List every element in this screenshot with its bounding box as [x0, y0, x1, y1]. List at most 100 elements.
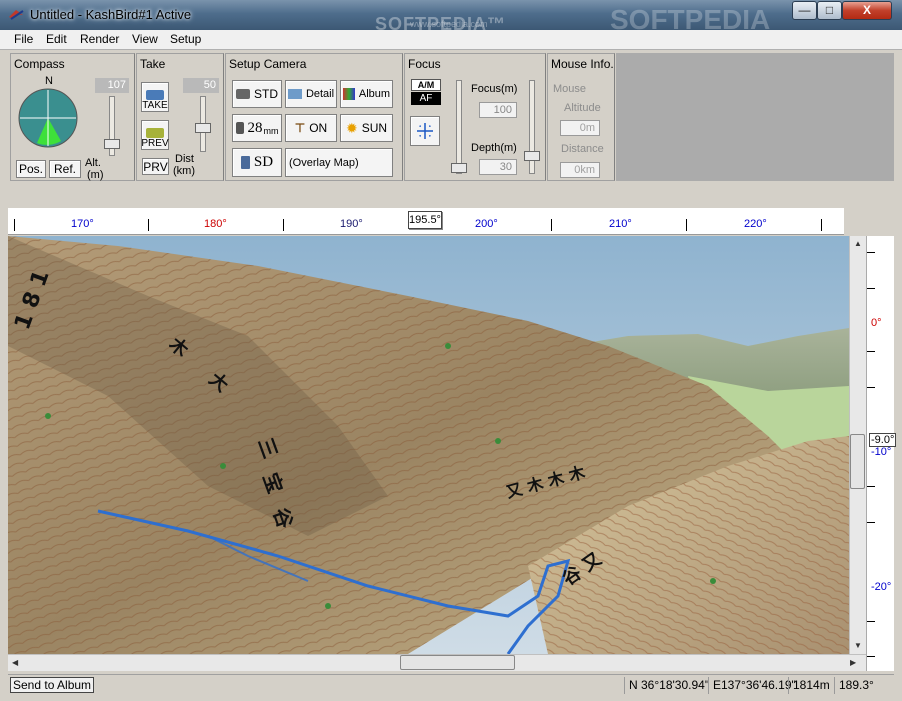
- terrain-3d-view[interactable]: 三 宝 谷 1 8 1 木 大 又 木 木 木 谷 又: [8, 236, 849, 654]
- pitch-tick: [867, 252, 875, 253]
- ruler-label: 170°: [71, 218, 94, 230]
- compass-group: Compass N 107 Pos. Ref. Alt. (m): [10, 53, 135, 181]
- overlay-map-button[interactable]: (Overlay Map): [285, 148, 393, 177]
- depth-input[interactable]: 30: [479, 159, 517, 175]
- pos-button[interactable]: Pos.: [16, 160, 46, 178]
- watermark-url: www.softpedia.com: [410, 19, 488, 29]
- close-button[interactable]: X: [842, 1, 892, 20]
- menu-setup[interactable]: Setup: [170, 32, 201, 46]
- app-icon: [9, 10, 24, 20]
- lens-28mm-button[interactable]: 28 mm: [232, 114, 282, 142]
- title-bar[interactable]: Untitled - KashBird#1 Active SOFTPEDIA™ …: [0, 0, 902, 35]
- menu-render[interactable]: Render: [80, 32, 119, 46]
- pitch-tick: [867, 621, 875, 622]
- crosshair-icon: [417, 123, 433, 139]
- scroll-right-icon[interactable]: ▶: [850, 658, 856, 667]
- status-latitude: N 36°18'30.94": [624, 677, 713, 694]
- sd-button[interactable]: SD: [232, 148, 282, 177]
- take-group: Take 50 TAKE PREV PRV Dist (km): [136, 53, 224, 181]
- distance-slider[interactable]: [195, 96, 211, 152]
- toolbar: Compass N 107 Pos. Ref. Alt. (m) Take 50…: [8, 51, 894, 182]
- distance-label: Dist: [175, 153, 194, 165]
- ruler-label: 220°: [744, 218, 767, 230]
- pitch-label: -20°: [871, 581, 892, 593]
- pitch-tick: [867, 387, 875, 388]
- ruler-label: 190°: [340, 218, 363, 230]
- terrain-render: 三 宝 谷 1 8 1 木 大 又 木 木 木 谷 又: [8, 236, 849, 654]
- scroll-up-icon[interactable]: ▲: [854, 239, 862, 248]
- mouse-info-title: Mouse Info.: [551, 57, 614, 71]
- ruler-tick: [148, 219, 149, 231]
- menu-bar: File Edit Render View Setup: [0, 30, 902, 50]
- map-icon: [287, 89, 302, 99]
- mouse-info-group: Mouse Info. Mouse Altitude 0m Distance 0…: [547, 53, 615, 181]
- status-bearing: 189.3°: [834, 677, 878, 694]
- ref-button[interactable]: Ref.: [49, 160, 81, 178]
- camera-icon: [236, 89, 250, 99]
- maximize-button[interactable]: □: [817, 1, 842, 20]
- af-toggle[interactable]: AF: [411, 92, 441, 105]
- take-button[interactable]: TAKE: [141, 82, 169, 112]
- status-bar: Send to Album N 36°18'30.94" E137°36'46.…: [8, 674, 894, 694]
- window-title: Untitled - KashBird#1 Active: [30, 7, 192, 22]
- app-window: Untitled - KashBird#1 Active SOFTPEDIA™ …: [0, 0, 902, 701]
- std-button[interactable]: STD: [232, 80, 282, 108]
- heading-indicator[interactable]: 195.5°: [408, 211, 442, 229]
- distance-unit: (km): [173, 165, 195, 177]
- focus-title: Focus: [408, 57, 441, 71]
- sd-card-icon: [240, 156, 250, 169]
- pitch-ruler[interactable]: 0° -9.0° -10° -20°: [866, 236, 897, 671]
- pitch-label: 0°: [871, 317, 882, 329]
- altitude-slider[interactable]: [104, 96, 120, 156]
- vertical-scroll-thumb[interactable]: [850, 434, 865, 489]
- compass-dial[interactable]: [17, 87, 79, 149]
- prv-button[interactable]: PRV: [142, 158, 169, 175]
- setup-camera-group: Setup Camera STD Detail Album 28mm ⊤ ON: [225, 53, 403, 181]
- pitch-indicator[interactable]: -9.0°: [869, 433, 897, 447]
- pitch-tick: [867, 288, 875, 289]
- setup-camera-title: Setup Camera: [229, 57, 307, 71]
- status-elevation: 1814m: [788, 677, 834, 694]
- scroll-left-icon[interactable]: ◀: [12, 658, 18, 667]
- depth-slider-thumb[interactable]: [524, 151, 540, 161]
- send-to-album-button[interactable]: Send to Album: [10, 677, 95, 693]
- distance-slider-thumb[interactable]: [195, 123, 211, 133]
- tripod-on-button[interactable]: ⊤ ON: [285, 114, 337, 142]
- focus-slider[interactable]: [451, 80, 467, 174]
- focus-group: Focus A/M AF Focus(m) 100 Depth(m) 30: [404, 53, 546, 181]
- altitude-value: 107: [95, 78, 129, 93]
- preview-icon: [146, 128, 164, 138]
- menu-view[interactable]: View: [132, 32, 158, 46]
- scroll-down-icon[interactable]: ▼: [854, 641, 862, 650]
- distance-value: 50: [183, 78, 219, 93]
- ruler-label: 200°: [475, 218, 498, 230]
- ruler-label: 210°: [609, 218, 632, 230]
- prev-button[interactable]: PREV: [141, 120, 169, 150]
- album-button[interactable]: Album: [340, 80, 393, 108]
- album-icon: [342, 88, 355, 100]
- altitude-slider-thumb[interactable]: [104, 139, 120, 149]
- focus-slider-thumb[interactable]: [451, 163, 467, 173]
- status-longitude: E137°36'46.19": [708, 677, 800, 694]
- menu-edit[interactable]: Edit: [46, 32, 67, 46]
- mouse-altitude-value: 0m: [560, 120, 600, 136]
- menu-file[interactable]: File: [14, 32, 33, 46]
- ruler-tick: [551, 219, 552, 231]
- camera-icon: [146, 90, 164, 100]
- depth-label: Depth(m): [471, 142, 517, 154]
- depth-slider[interactable]: [524, 80, 540, 174]
- focus-distance-input[interactable]: 100: [479, 102, 517, 118]
- mouse-distance-label: Distance: [561, 143, 604, 155]
- focus-target-button[interactable]: [410, 116, 440, 146]
- pitch-tick: [867, 351, 875, 352]
- minimize-button[interactable]: —: [792, 1, 817, 20]
- am-toggle[interactable]: A/M: [411, 79, 441, 91]
- horizontal-scroll-thumb[interactable]: [400, 655, 515, 670]
- mouse-label: Mouse: [553, 83, 587, 95]
- compass-title: Compass: [14, 57, 65, 71]
- compass-north-label: N: [45, 75, 53, 87]
- sun-button[interactable]: ✹ SUN: [340, 114, 393, 142]
- mouse-altitude-label: Altitude: [564, 102, 601, 114]
- detail-button[interactable]: Detail: [285, 80, 337, 108]
- take-title: Take: [140, 57, 166, 71]
